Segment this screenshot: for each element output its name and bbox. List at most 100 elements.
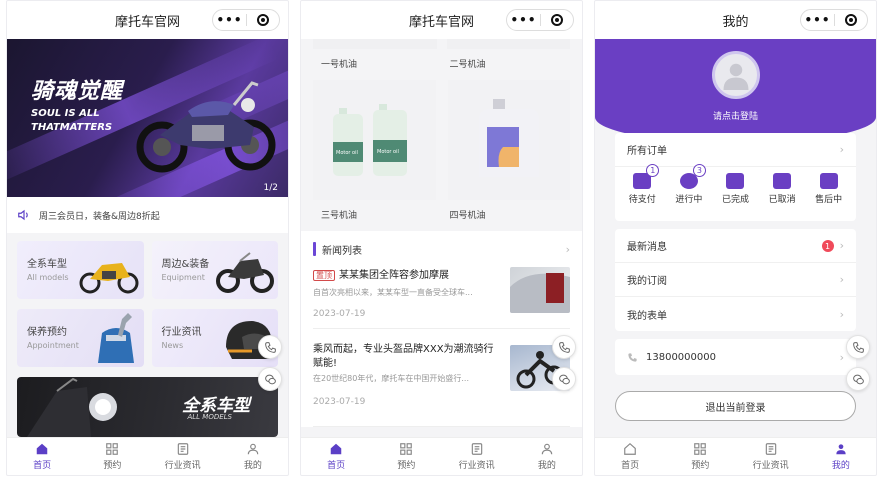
dark-motorcycle-image bbox=[216, 252, 274, 293]
miniapp-capsule: ••• bbox=[506, 9, 574, 31]
unread-badge: 1 bbox=[821, 240, 834, 253]
promo-banner[interactable]: 全系车型 ALL MODELS bbox=[17, 377, 278, 437]
tab-label: 预约 bbox=[691, 461, 710, 471]
tab-news[interactable]: 行业资讯 bbox=[736, 438, 806, 475]
tab-home[interactable]: 首页 bbox=[301, 438, 371, 475]
tab-label: 首页 bbox=[327, 461, 346, 471]
latest-messages-row[interactable]: 最新消息 1 › bbox=[615, 229, 856, 263]
phone-row[interactable]: 13800000000 › bbox=[615, 339, 856, 375]
home-screen: 摩托车官网 ••• 骑魂觉醒 SOUL IS ALL THATMATTERS 1… bbox=[6, 0, 289, 476]
chat-button[interactable] bbox=[552, 367, 576, 391]
nav-bar: 摩托车官网 ••• bbox=[301, 1, 582, 39]
call-button[interactable] bbox=[258, 335, 282, 359]
page-title: 我的 bbox=[722, 14, 749, 30]
order-state-label: 已完成 bbox=[721, 195, 749, 205]
product-image[interactable] bbox=[446, 39, 570, 49]
grid-icon bbox=[400, 443, 413, 455]
service-icon bbox=[819, 173, 838, 189]
call-button[interactable] bbox=[846, 335, 870, 359]
order-completed[interactable]: 已完成 bbox=[712, 173, 759, 205]
category-news[interactable]: 行业资讯 News bbox=[151, 309, 278, 367]
grid-icon bbox=[694, 443, 707, 455]
close-miniapp-icon[interactable] bbox=[541, 14, 573, 26]
tab-booking[interactable]: 预约 bbox=[665, 438, 735, 475]
all-orders-row[interactable]: 所有订单 › bbox=[615, 133, 856, 167]
home-icon bbox=[330, 443, 342, 455]
tab-mine[interactable]: 我的 bbox=[806, 438, 876, 475]
miniapp-capsule: ••• bbox=[800, 9, 868, 31]
product-name[interactable]: 三号机油 bbox=[313, 208, 442, 221]
orders-card: 所有订单 › 1 待支付 3 进行中 已完成 已取消 售后中 bbox=[615, 133, 856, 221]
tab-booking[interactable]: 预约 bbox=[77, 438, 147, 475]
chevron-right-icon: › bbox=[839, 238, 844, 252]
mine-content[interactable]: 请点击登陆 所有订单 › 1 待支付 3 进行中 已完成 已取消 售后中 最新消… bbox=[595, 39, 876, 437]
tab-mine[interactable]: 我的 bbox=[218, 438, 288, 475]
product-name[interactable]: 四号机油 bbox=[442, 208, 571, 221]
tab-home[interactable]: 首页 bbox=[595, 438, 665, 475]
news-thumbnail bbox=[510, 267, 570, 313]
product-name[interactable]: 二号机油 bbox=[442, 57, 571, 70]
close-miniapp-icon[interactable] bbox=[247, 14, 279, 26]
order-pending-payment[interactable]: 1 待支付 bbox=[619, 164, 666, 205]
products-content[interactable]: 一号机油 二号机油 Motor oil Motor oil 三号机油 四号机油 … bbox=[301, 39, 582, 437]
order-state-label: 已取消 bbox=[768, 195, 796, 205]
tab-mine[interactable]: 我的 bbox=[512, 438, 582, 475]
wechat-icon bbox=[852, 374, 864, 384]
tab-label: 预约 bbox=[103, 461, 122, 471]
chevron-right-icon: › bbox=[839, 143, 844, 156]
product-image[interactable] bbox=[313, 39, 437, 49]
hero-banner[interactable]: 骑魂觉醒 SOUL IS ALL THATMATTERS 1/2 bbox=[7, 39, 288, 197]
profile-header: 请点击登陆 bbox=[595, 39, 876, 143]
category-appointment[interactable]: 保养预约 Appointment bbox=[17, 309, 144, 367]
order-after-sales[interactable]: 售后中 bbox=[805, 173, 852, 205]
oil-bottles-image: Motor oil Motor oil bbox=[333, 104, 408, 176]
mine-screen: 我的 ••• 请点击登陆 所有订单 › 1 待支付 3 进行中 已完成 已取消 … bbox=[594, 0, 877, 476]
chat-button[interactable] bbox=[258, 367, 282, 391]
bottle-label: Motor oil bbox=[377, 149, 399, 155]
login-link[interactable]: 请点击登陆 bbox=[595, 109, 876, 122]
tab-bar: 首页 预约 行业资讯 我的 bbox=[301, 437, 582, 475]
check-icon bbox=[726, 173, 745, 189]
speaker-icon bbox=[18, 209, 28, 221]
close-miniapp-icon[interactable] bbox=[835, 14, 867, 26]
tab-label: 行业资讯 bbox=[458, 461, 495, 471]
menu-card: 最新消息 1 › 我的订阅 › 我的表单 › bbox=[615, 229, 856, 331]
more-icon[interactable]: ••• bbox=[801, 13, 834, 27]
count-badge: 1 bbox=[646, 164, 660, 177]
grid-icon bbox=[106, 443, 119, 455]
tab-label: 我的 bbox=[537, 461, 556, 471]
tab-booking[interactable]: 预约 bbox=[371, 438, 441, 475]
chevron-right-icon: › bbox=[839, 350, 844, 364]
yellow-motorcycle-image bbox=[79, 263, 138, 294]
news-item[interactable]: 乘风而起，专业头盔品牌XXX为潮流骑行赋能! 在20世纪80年代，摩托车在中国开… bbox=[313, 341, 570, 427]
more-icon[interactable]: ••• bbox=[213, 13, 246, 27]
tab-news[interactable]: 行业资讯 bbox=[148, 438, 218, 475]
chat-button[interactable] bbox=[846, 367, 870, 391]
category-equipment[interactable]: 周边&装备 Equipment bbox=[151, 241, 278, 299]
product-card-3[interactable]: Motor oil Motor oil bbox=[313, 80, 436, 200]
my-forms-row[interactable]: 我的表单 › bbox=[615, 297, 856, 331]
category-all-models[interactable]: 全系车型 All models bbox=[17, 241, 144, 299]
count-badge: 3 bbox=[692, 164, 706, 177]
my-subscriptions-row[interactable]: 我的订阅 › bbox=[615, 263, 856, 297]
tab-news[interactable]: 行业资讯 bbox=[442, 438, 512, 475]
product-name[interactable]: 一号机油 bbox=[313, 57, 442, 70]
more-icon[interactable]: ••• bbox=[507, 13, 540, 27]
news-section: 新闻列表 › 置顶 某某集团全阵容参加摩展 自首次亮相以来，某某车型一直备受全球车… bbox=[301, 231, 582, 427]
avatar[interactable] bbox=[711, 51, 760, 99]
logout-button[interactable]: 退出当前登录 bbox=[615, 391, 856, 421]
news-section-title: 新闻列表 bbox=[322, 245, 362, 257]
tab-bar: 首页 预约 行业资讯 我的 bbox=[7, 437, 288, 475]
chevron-right-icon: › bbox=[839, 307, 844, 321]
order-cancelled[interactable]: 已取消 bbox=[759, 173, 806, 205]
home-icon bbox=[624, 442, 636, 455]
notice-bar[interactable]: 周三会员日，装备&周边8折起 bbox=[7, 197, 288, 233]
news-header[interactable]: 新闻列表 › bbox=[301, 231, 582, 267]
order-in-progress[interactable]: 3 进行中 bbox=[666, 164, 713, 205]
news-item[interactable]: 置顶 某某集团全阵容参加摩展 自首次亮相以来，某某车型一直备受全球车... 202… bbox=[313, 267, 570, 329]
call-button[interactable] bbox=[552, 335, 576, 359]
home-content[interactable]: 骑魂觉醒 SOUL IS ALL THATMATTERS 1/2 周三会员日，装… bbox=[7, 39, 288, 437]
document-icon bbox=[765, 443, 776, 455]
product-card-4[interactable] bbox=[447, 80, 570, 200]
tab-home[interactable]: 首页 bbox=[7, 438, 77, 475]
